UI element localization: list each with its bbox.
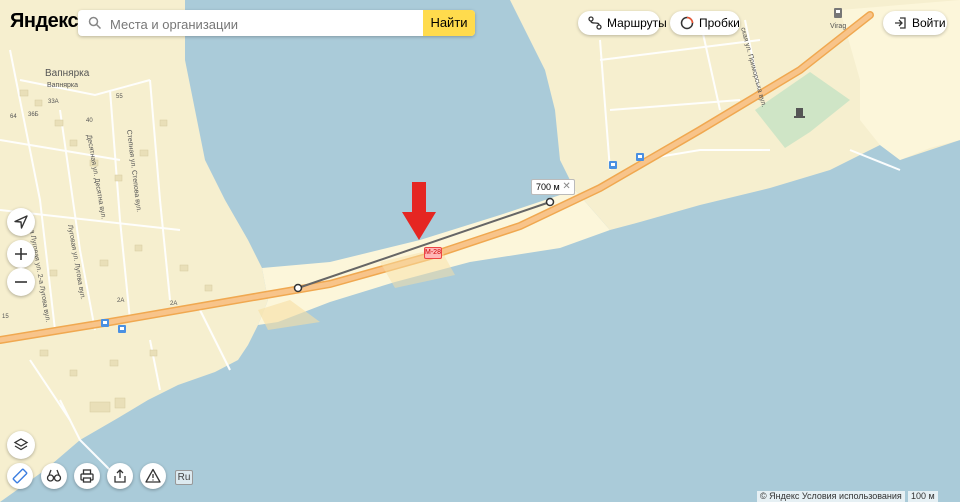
search-button[interactable]: Найти <box>423 10 475 36</box>
ruler-icon <box>12 468 28 484</box>
map-canvas[interactable]: Вапнярка Вапнярка Virag 33А 55 64 36Б 40… <box>0 0 960 502</box>
layers-button[interactable] <box>7 431 35 459</box>
traffic-button[interactable]: Пробки <box>670 11 740 35</box>
distance-value: 700 м <box>536 182 560 192</box>
zoom-in-icon <box>15 248 27 260</box>
routes-icon <box>588 16 602 30</box>
scale-bar: 100 м <box>908 491 938 502</box>
zoom-in-button[interactable] <box>7 240 35 268</box>
traffic-label: Пробки <box>699 16 740 30</box>
down-arrow-icon <box>402 182 436 240</box>
locate-button[interactable] <box>7 208 35 236</box>
yandex-logo[interactable]: Яндекс <box>10 10 79 33</box>
route-badge: М-28 <box>424 247 442 259</box>
language-switch[interactable]: Ru <box>175 470 193 485</box>
routes-button[interactable]: Маршруты <box>578 11 667 35</box>
close-icon[interactable]: ✕ <box>562 180 570 194</box>
house-number: 55 <box>116 94 123 100</box>
share-icon <box>114 469 126 483</box>
bus-stop-icon[interactable] <box>636 153 644 161</box>
map-label-village-small: Вапнярка <box>47 82 78 89</box>
print-button[interactable] <box>74 463 100 489</box>
traffic-icon <box>680 16 694 30</box>
house-number: 2А <box>117 298 124 304</box>
house-number: 64 <box>10 114 17 120</box>
search-box: Найти <box>78 10 475 36</box>
login-icon <box>895 17 906 29</box>
report-error-button[interactable] <box>140 463 166 489</box>
warning-icon <box>145 468 161 483</box>
layers-icon <box>13 438 29 451</box>
zoom-out-button[interactable] <box>7 268 35 296</box>
ruler-point-start[interactable] <box>293 283 303 293</box>
copyright-text[interactable]: © Яндекс Условия использования <box>757 491 905 502</box>
bus-stop-icon[interactable] <box>118 325 126 333</box>
binoculars-icon <box>46 469 62 482</box>
house-number: 40 <box>86 118 93 124</box>
zoom-out-icon <box>15 281 27 283</box>
search-input[interactable] <box>108 13 412 35</box>
login-label: Войти <box>912 16 946 30</box>
login-button[interactable]: Войти <box>883 11 947 35</box>
share-button[interactable] <box>107 463 133 489</box>
ruler-point-end[interactable] <box>545 197 555 207</box>
map-label-village: Вапнярка <box>45 68 90 79</box>
bus-stop-icon[interactable] <box>609 161 617 169</box>
logo-text: Яндекс <box>10 10 79 32</box>
bus-stop-icon[interactable] <box>101 319 109 327</box>
locate-icon <box>14 215 28 229</box>
search-icon <box>88 16 102 30</box>
ruler-button[interactable] <box>7 463 33 489</box>
routes-label: Маршруты <box>607 16 667 30</box>
house-number: 33А <box>48 99 59 105</box>
house-number: 2А <box>170 301 177 307</box>
panorama-button[interactable] <box>41 463 67 489</box>
house-number: 15 <box>2 314 9 320</box>
house-number: 36Б <box>28 112 39 118</box>
top-bar: Яндекс Найти Маршруты Пробки Войти <box>0 0 960 46</box>
distance-label: 700 м ✕ <box>531 179 575 195</box>
print-icon <box>80 469 94 483</box>
